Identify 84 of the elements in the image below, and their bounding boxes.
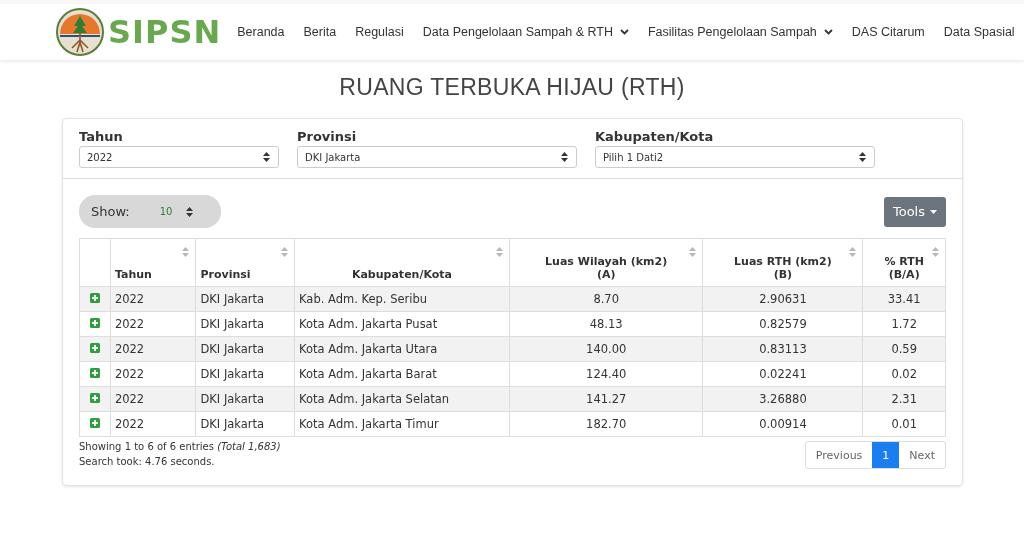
- table-cell: 0.02241: [702, 361, 863, 387]
- table-cell: 124.40: [509, 361, 703, 387]
- table-cell: 2022: [110, 361, 196, 387]
- sort-arrows-icon: [859, 152, 866, 162]
- table-cell: 3.26880: [702, 386, 863, 412]
- nav-link[interactable]: Data Spasial: [943, 25, 1015, 39]
- filter-label: Provinsi: [297, 129, 358, 144]
- table-cell: 2.90631: [702, 286, 863, 312]
- table-cell: DKI Jakarta: [195, 286, 295, 312]
- table-cell: 0.02: [862, 361, 946, 387]
- nav-link[interactable]: Berita: [303, 25, 337, 39]
- table-cell: 2022: [110, 386, 196, 412]
- sort-arrows-icon: [849, 247, 857, 257]
- nav-link[interactable]: Regulasi: [355, 25, 404, 39]
- filter-label: Tahun: [79, 129, 124, 144]
- sort-arrows-icon: [186, 206, 194, 217]
- logo-text: SIPSN: [108, 13, 222, 51]
- expand-icon[interactable]: [89, 293, 100, 303]
- tools-button[interactable]: Tools: [883, 196, 946, 227]
- column-header[interactable]: Luas RTH (km2) (B): [702, 238, 863, 287]
- table-cell: Kota Adm. Jakarta Selatan: [294, 386, 510, 412]
- table-cell: 0.82579: [702, 311, 863, 337]
- chevron-down-icon: [619, 29, 629, 35]
- show-entries-control[interactable]: Show: 10: [79, 195, 222, 228]
- table-cell: 2022: [110, 311, 196, 337]
- table-cell: 1.72: [862, 311, 946, 337]
- sort-arrows-icon: [932, 247, 939, 257]
- table-cell: 140.00: [509, 336, 703, 362]
- table-cell: DKI Jakarta: [195, 361, 295, 387]
- sort-arrows-icon: [263, 152, 270, 162]
- expand-icon[interactable]: [89, 343, 100, 353]
- expand-icon[interactable]: [89, 318, 100, 328]
- search-time: Search took: 4.76 seconds.: [79, 455, 216, 469]
- table-cell: 48.13: [509, 311, 703, 337]
- column-header[interactable]: Luas Wilayah (km2) (A): [509, 238, 703, 287]
- page-button[interactable]: Next: [899, 442, 945, 468]
- table-cell: 0.59: [862, 336, 946, 362]
- page-title: RUANG TERBUKA HIJAU (RTH): [339, 74, 685, 101]
- table-cell: DKI Jakarta: [195, 411, 295, 437]
- table-cell: Kota Adm. Jakarta Pusat: [294, 311, 510, 337]
- table-cell: DKI Jakarta: [195, 386, 295, 412]
- table-cell: Kota Adm. Jakarta Barat: [294, 361, 510, 387]
- table-cell: 182.70: [509, 411, 703, 437]
- column-header[interactable]: Kabupaten/Kota: [294, 238, 510, 287]
- sort-arrows-icon: [281, 247, 289, 257]
- logo-icon: [56, 8, 104, 56]
- table-cell: 33.41: [862, 286, 946, 312]
- filter-label: Kabupaten/Kota: [595, 129, 715, 144]
- table-cell: Kab. Adm. Kep. Seribu: [294, 286, 510, 312]
- column-header[interactable]: Tahun: [110, 238, 196, 287]
- nav-dropdown[interactable]: Data Pengelolaan Sampah & RTH: [422, 25, 629, 39]
- entries-info: Showing 1 to 6 of 6 entries (Total 1,683): [79, 440, 281, 454]
- table-cell: Kota Adm. Jakarta Timur: [294, 411, 510, 437]
- sort-arrows-icon: [495, 247, 503, 257]
- table-cell: 8.70: [509, 286, 703, 312]
- nav-dropdown[interactable]: Fasilitas Pengelolaan Sampah: [647, 25, 833, 39]
- column-header[interactable]: Provinsi: [195, 238, 295, 287]
- table-cell: 2022: [110, 336, 196, 362]
- select-field[interactable]: Pilih 1 Dati2: [595, 146, 875, 168]
- select-field[interactable]: DKI Jakarta: [297, 146, 577, 168]
- table-cell: 0.01: [862, 411, 946, 437]
- table-cell: 0.83113: [702, 336, 863, 362]
- select-field[interactable]: 2022: [79, 146, 279, 168]
- table-cell: 2.31: [862, 386, 946, 412]
- nav-link[interactable]: DAS Citarum: [851, 25, 925, 39]
- table-cell: 0.00914: [702, 411, 863, 437]
- sort-arrows-icon: [689, 247, 697, 257]
- table-cell: 141.27: [509, 386, 703, 412]
- page-button[interactable]: Previous: [805, 442, 873, 468]
- table-cell: DKI Jakarta: [195, 336, 295, 362]
- expand-icon[interactable]: [89, 368, 100, 378]
- sort-arrows-icon: [561, 152, 568, 162]
- chevron-down-icon: [823, 29, 833, 35]
- page-button[interactable]: 1: [872, 442, 900, 468]
- nav-link[interactable]: Beranda: [237, 25, 285, 39]
- column-header[interactable]: % RTH (B/A): [862, 238, 946, 287]
- table-cell: 2022: [110, 286, 196, 312]
- sort-arrows-icon: [182, 247, 190, 257]
- caret-icon: [930, 209, 937, 214]
- table-cell: 2022: [110, 411, 196, 437]
- expand-icon[interactable]: [89, 393, 100, 403]
- table-cell: Kota Adm. Jakarta Utara: [294, 336, 510, 362]
- table-cell: DKI Jakarta: [195, 311, 295, 337]
- expand-icon[interactable]: [89, 418, 100, 428]
